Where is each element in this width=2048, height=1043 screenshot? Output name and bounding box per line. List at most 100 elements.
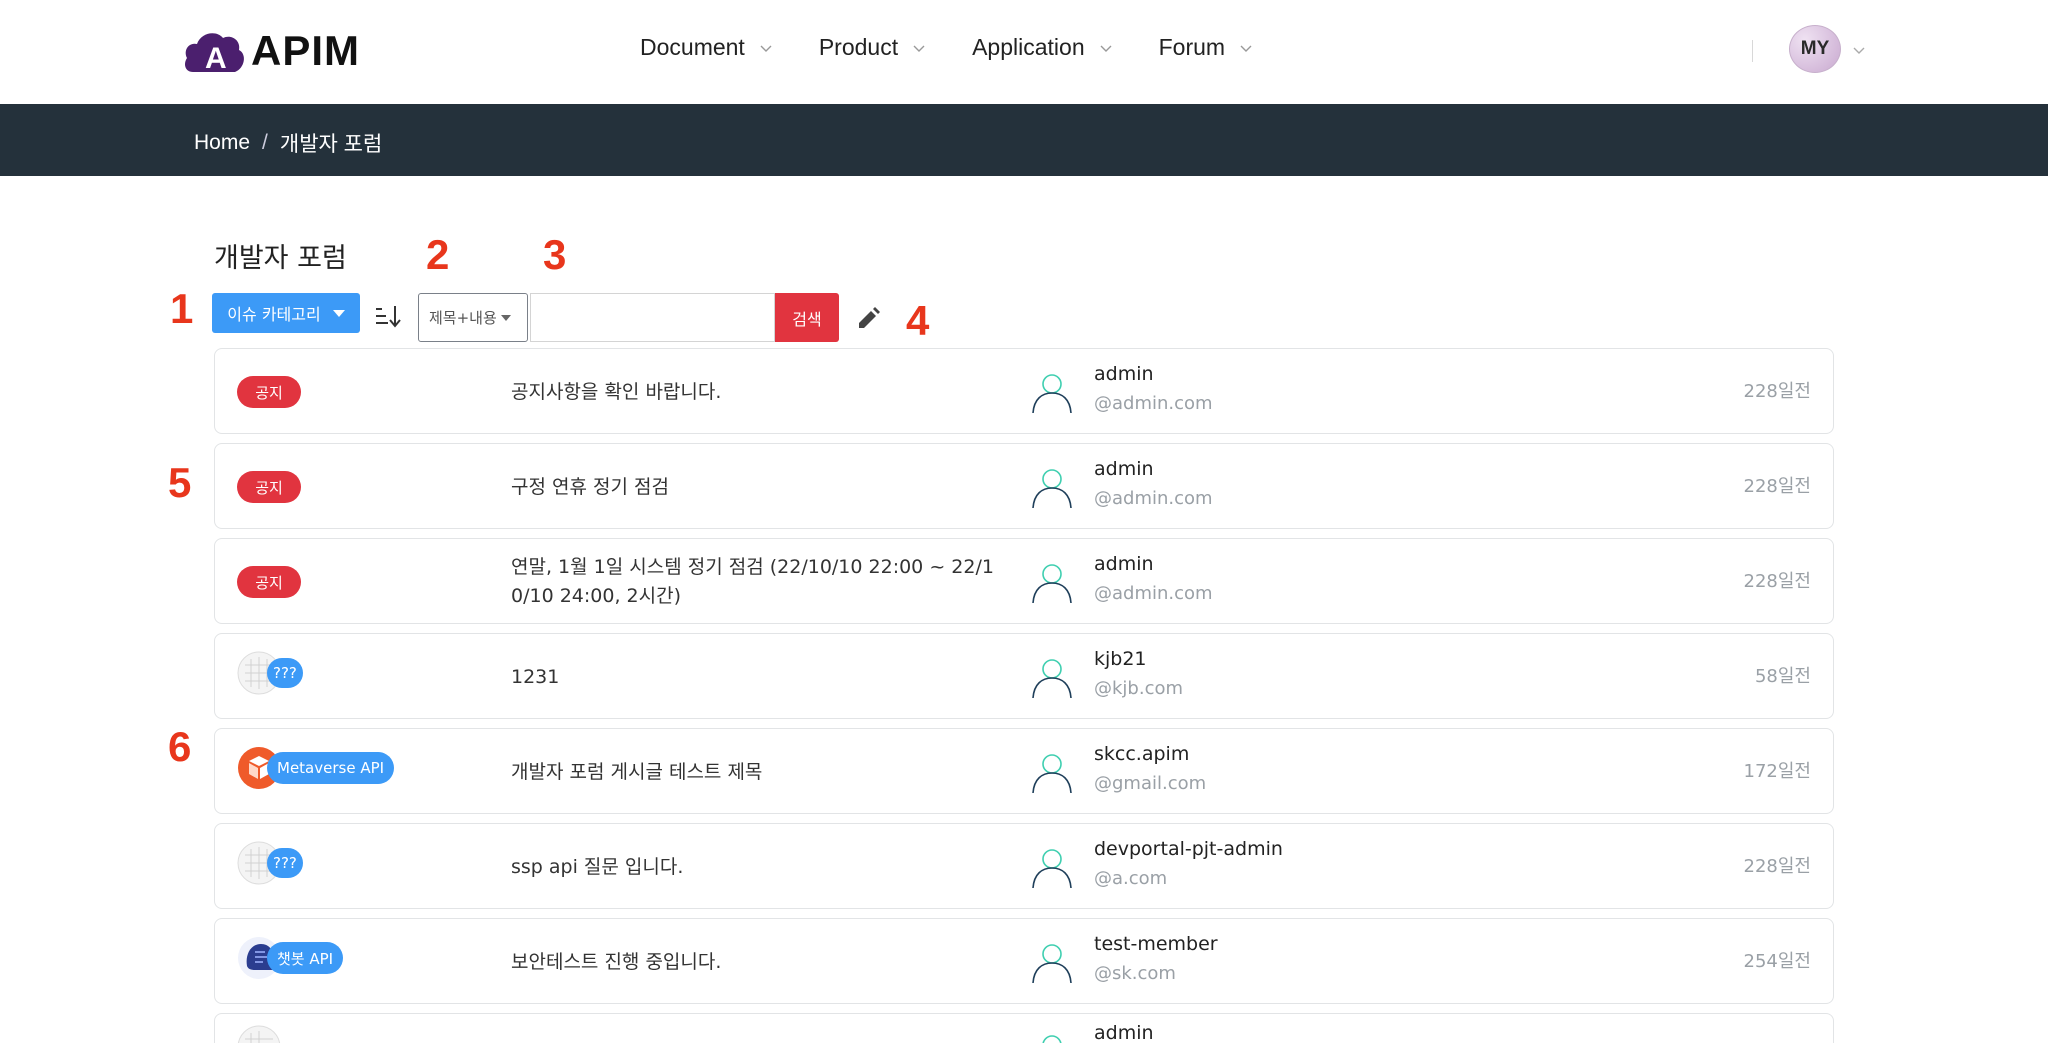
annotation-number: 4 <box>906 297 930 344</box>
top-navbar: A APIM Document Product Application Foru… <box>0 0 2048 104</box>
sort-icon[interactable] <box>374 303 402 329</box>
user-icon <box>1032 849 1072 889</box>
category-badge: Metaverse API <box>267 752 395 784</box>
main-nav: Document Product Application Forum <box>640 34 1299 61</box>
post-date: 228일전 <box>1743 476 1811 497</box>
page-title: 개발자 포럼 <box>214 243 347 274</box>
post-row[interactable]: 챗봇 API 보안테스트 진행 중입니다. test-member @sk.co… <box>214 918 1834 1004</box>
nav-document[interactable]: Document <box>640 34 773 61</box>
nav-document-label: Document <box>640 34 745 60</box>
user-icon <box>1032 754 1072 794</box>
annotation-number: 1 <box>170 285 194 332</box>
author-name: skcc.apim <box>1094 743 1190 765</box>
author-name: admin <box>1094 553 1154 575</box>
post-title[interactable]: ssp api 질문 입니다. <box>511 824 1011 910</box>
post-date: 58일전 <box>1754 666 1811 687</box>
post-date: 228일전 <box>1743 381 1811 402</box>
author-name: devportal-pjt-admin <box>1094 838 1283 860</box>
annotation-number: 5 <box>168 459 192 506</box>
svg-text:A: A <box>205 42 227 74</box>
post-title[interactable]: 1231 <box>511 634 1011 720</box>
breadcrumb: Home / 개발자 포럼 <box>194 128 382 158</box>
post-row[interactable]: 공지 구정 연휴 정기 점검 admin @admin.com 228일전 <box>214 443 1834 529</box>
author-email: @kjb.com <box>1094 678 1184 699</box>
pencil-icon[interactable] <box>855 306 881 332</box>
post-badge: 공지 <box>237 468 301 506</box>
author-name: kjb21 <box>1094 648 1147 670</box>
apim-logo-icon: A <box>185 33 244 74</box>
post-row[interactable]: 공지 공지사항을 확인 바랍니다. admin @admin.com 228일전 <box>214 348 1834 434</box>
user-icon <box>1032 374 1072 414</box>
post-title[interactable]: 보안테스트 진행 중입니다. <box>511 919 1011 1005</box>
caret-down-icon <box>500 314 511 321</box>
caret-down-icon <box>332 309 345 317</box>
post-title[interactable]: 연말, 1월 1일 시스템 정기 점검 (22/10/10 22:00 ~ 22… <box>511 539 1001 625</box>
author-email: @admin.com <box>1094 393 1213 414</box>
search-field-select[interactable]: 제목+내용 <box>418 293 528 342</box>
apim-logo[interactable]: A APIM <box>183 27 360 74</box>
search-button[interactable]: 검색 <box>775 293 839 342</box>
post-row[interactable]: ??? ssp api 질문 입니다. devportal-pjt-admin … <box>214 823 1834 909</box>
header-divider <box>1752 40 1753 62</box>
breadcrumb-current: 개발자 포럼 <box>279 133 383 156</box>
chevron-down-icon[interactable] <box>1852 43 1866 57</box>
post-date: 228일전 <box>1743 571 1811 592</box>
category-badge: ??? <box>267 658 303 688</box>
post-row[interactable]: 공지 연말, 1월 1일 시스템 정기 점검 (22/10/10 22:00 ~… <box>214 538 1834 624</box>
issue-category-dropdown[interactable]: 이슈 카테고리 <box>212 293 360 333</box>
chevron-down-icon <box>1240 45 1252 52</box>
chevron-down-icon <box>913 45 925 52</box>
post-badge: 공지 <box>237 563 301 601</box>
logo-text: APIM <box>251 27 360 74</box>
chevron-down-icon <box>1100 45 1112 52</box>
search-field-label: 제목+내용 <box>429 309 497 327</box>
user-icon <box>1032 944 1072 984</box>
author-name: admin <box>1094 363 1154 385</box>
nav-product-label: Product <box>818 34 899 60</box>
post-date: 254일전 <box>1743 951 1811 972</box>
user-icon <box>1032 659 1072 699</box>
post-date: 228일전 <box>1743 856 1811 877</box>
notice-badge: 공지 <box>237 376 301 408</box>
breadcrumb-separator: / <box>262 131 268 154</box>
search-input[interactable] <box>530 293 775 342</box>
category-badge: 챗봇 API <box>267 942 344 974</box>
author-email: @admin.com <box>1094 488 1213 509</box>
post-title[interactable]: 공지사항을 확인 바랍니다. <box>511 349 1011 435</box>
post-badge <box>237 1025 281 1043</box>
post-badge: ??? <box>237 841 303 885</box>
post-badge: 공지 <box>237 373 301 411</box>
annotation-number: 3 <box>543 231 567 278</box>
nav-product[interactable]: Product <box>819 34 926 61</box>
post-badge: ??? <box>237 651 303 695</box>
post-row[interactable]: ??? 1231 kjb21 @kjb.com 58일전 <box>214 633 1834 719</box>
breadcrumb-bar: Home / 개발자 포럼 <box>0 104 2048 176</box>
annotation-number: 2 <box>426 231 450 278</box>
author-email: @sk.com <box>1094 963 1176 984</box>
post-row[interactable]: Metaverse API 개발자 포럼 게시글 테스트 제목 skcc.api… <box>214 728 1834 814</box>
post-title[interactable]: 구정 연휴 정기 점검 <box>511 444 1011 530</box>
author-email: @admin.com <box>1094 583 1213 604</box>
post-title[interactable]: 개발자 포럼 게시글 테스트 제목 <box>511 729 1011 815</box>
user-icon <box>1032 564 1072 604</box>
notice-badge: 공지 <box>237 471 301 503</box>
grid-placeholder-icon <box>237 1025 281 1043</box>
breadcrumb-home-link[interactable]: Home <box>194 131 250 155</box>
author-email: @a.com <box>1094 868 1168 889</box>
author-email: @gmail.com <box>1094 773 1207 794</box>
nav-application[interactable]: Application <box>972 34 1113 61</box>
category-badge: ??? <box>267 848 303 878</box>
author-name: test-member <box>1094 933 1218 955</box>
nav-forum[interactable]: Forum <box>1159 34 1253 61</box>
notice-badge: 공지 <box>237 566 301 598</box>
annotation-number: 6 <box>168 723 192 770</box>
chevron-down-icon <box>760 45 772 52</box>
author-name: admin <box>1094 458 1154 480</box>
user-avatar[interactable]: MY <box>1789 25 1841 73</box>
nav-forum-label: Forum <box>1158 34 1226 60</box>
post-badge: 챗봇 API <box>237 937 344 979</box>
user-icon <box>1042 1035 1062 1043</box>
post-row[interactable]: admin <box>214 1013 1834 1043</box>
author-name: admin <box>1094 1022 1154 1043</box>
issue-category-label: 이슈 카테고리 <box>227 305 321 324</box>
